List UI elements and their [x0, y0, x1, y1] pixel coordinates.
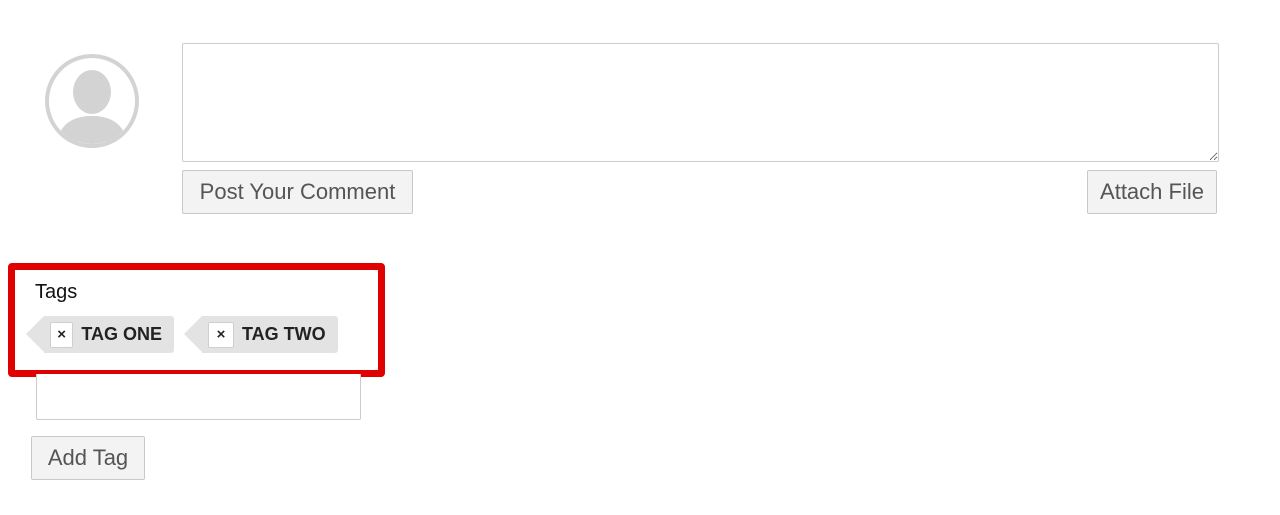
highlight-annotation-box — [8, 263, 385, 377]
post-comment-button[interactable]: Post Your Comment — [182, 170, 413, 214]
add-tag-button[interactable]: Add Tag — [31, 436, 145, 480]
attach-file-button[interactable]: Attach File — [1087, 170, 1217, 214]
comment-textarea[interactable] — [182, 43, 1219, 162]
user-avatar-icon — [45, 54, 139, 148]
user-silhouette-icon — [57, 70, 127, 144]
tag-input-field[interactable] — [36, 374, 361, 420]
comment-page: Post Your Comment Attach File Tags × TAG… — [0, 0, 1280, 515]
